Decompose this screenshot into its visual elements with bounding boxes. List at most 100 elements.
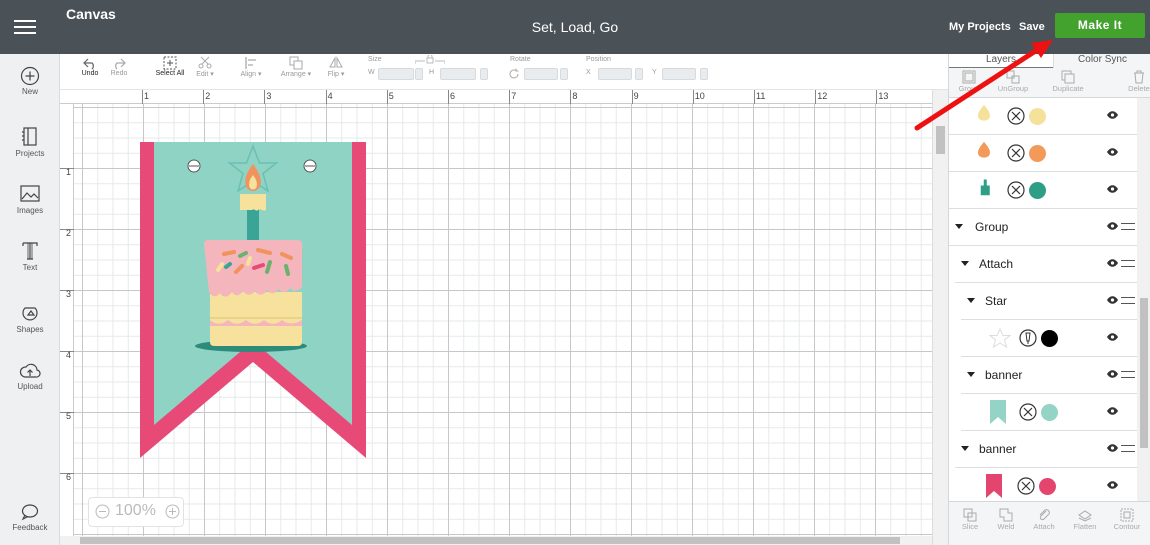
height-stepper[interactable] <box>480 68 488 80</box>
sidebar-item-images[interactable]: Images <box>0 183 60 215</box>
caret-down-icon[interactable] <box>955 224 963 229</box>
delete-button[interactable]: Delete <box>1119 70 1150 93</box>
sidebar-item-feedback[interactable]: Feedback <box>0 502 60 532</box>
ruler-tick-label: 3 <box>66 289 72 299</box>
cut-icon <box>1007 181 1025 199</box>
design-canvas[interactable] <box>74 104 932 545</box>
sidebar-item-upload[interactable]: Upload <box>0 361 60 391</box>
eye-icon[interactable] <box>1107 222 1118 230</box>
make-it-button[interactable]: Make It <box>1055 13 1145 38</box>
zoom-out-button[interactable] <box>95 504 110 524</box>
ruler-tick <box>142 90 143 104</box>
drag-handle-icon[interactable] <box>1121 371 1135 378</box>
eye-icon[interactable] <box>1107 148 1118 156</box>
select-all-button[interactable]: Select All <box>150 56 190 77</box>
eye-icon[interactable] <box>1107 444 1118 452</box>
layer-group-row[interactable]: banner <box>961 357 1137 394</box>
ruler-tick-label: 8 <box>572 91 578 101</box>
arrange-menu[interactable]: Arrange ▾ <box>276 56 316 78</box>
layer-row[interactable] <box>955 468 1137 501</box>
slice-button[interactable]: Slice <box>955 508 985 531</box>
eye-icon[interactable] <box>1107 259 1118 267</box>
scrollbar-thumb[interactable] <box>1140 298 1148 448</box>
drag-handle-icon[interactable] <box>1121 223 1135 230</box>
flatten-button[interactable]: Flatten <box>1067 508 1103 531</box>
edit-menu[interactable]: Edit ▾ <box>194 56 216 78</box>
eye-icon[interactable] <box>1107 333 1118 341</box>
caret-down-icon[interactable] <box>961 446 969 451</box>
ruler-tick <box>448 90 449 104</box>
flatten-icon <box>1078 510 1092 522</box>
ruler-tick-label: 13 <box>878 91 889 101</box>
candle-drip <box>240 194 266 211</box>
canvas-horizontal-scrollbar[interactable] <box>60 536 932 545</box>
weld-button[interactable]: Weld <box>991 508 1021 531</box>
attach-button[interactable]: Attach <box>1027 508 1061 531</box>
layer-group-row[interactable]: Attach <box>955 246 1137 283</box>
eye-icon[interactable] <box>1107 370 1118 378</box>
zoom-level: 100% <box>115 502 156 519</box>
y-position-stepper[interactable] <box>700 68 708 80</box>
flip-menu[interactable]: Flip ▾ <box>322 56 350 78</box>
rotate-stepper[interactable] <box>560 68 568 80</box>
red-arrow-annotation <box>914 40 1053 131</box>
ruler-tick-label: 4 <box>327 91 333 101</box>
ruler-tick <box>876 90 878 104</box>
banner-thumbnail <box>986 474 1002 498</box>
layers-scrollbar[interactable] <box>1137 98 1150 533</box>
color-swatch[interactable] <box>1039 478 1056 495</box>
color-swatch[interactable] <box>1041 404 1058 421</box>
redo-icon <box>115 58 126 70</box>
color-swatch[interactable] <box>1041 330 1058 347</box>
caret-down-icon[interactable] <box>961 261 969 266</box>
align-menu[interactable]: Align ▾ <box>236 56 266 78</box>
arrange-icon <box>289 56 303 70</box>
eye-icon[interactable] <box>1107 481 1118 489</box>
width-label: W <box>368 69 375 76</box>
tab-color-sync[interactable]: Color Sync <box>1053 54 1150 68</box>
height-field[interactable] <box>440 68 476 80</box>
width-stepper[interactable] <box>415 68 423 80</box>
width-field[interactable] <box>378 68 414 80</box>
horizontal-ruler: 1 2 3 4 5 6 7 8 9 10 11 12 13 <box>60 90 932 104</box>
banner-design[interactable] <box>140 142 366 458</box>
x-position-field[interactable] <box>598 68 632 80</box>
drag-handle-icon[interactable] <box>1121 297 1135 304</box>
layer-row[interactable] <box>949 172 1137 209</box>
zoom-in-button[interactable] <box>165 504 180 524</box>
sidebar-item-shapes[interactable]: Shapes <box>0 304 60 334</box>
layer-group-row[interactable]: banner <box>955 431 1137 468</box>
sidebar-item-new[interactable]: New <box>0 66 60 96</box>
x-position-stepper[interactable] <box>635 68 643 80</box>
edit-label: Edit ▾ <box>196 71 214 78</box>
contour-button[interactable]: Contour <box>1107 508 1147 531</box>
layer-group-row[interactable]: Star <box>961 283 1137 320</box>
y-position-field[interactable] <box>662 68 696 80</box>
undo-button[interactable]: Undo <box>78 56 102 77</box>
ruler-tick-label: 3 <box>266 91 272 101</box>
canvas-vertical-scrollbar[interactable] <box>932 90 948 545</box>
eye-icon[interactable] <box>1107 407 1118 415</box>
layer-group-row[interactable]: Group <box>949 209 1137 246</box>
vertical-ruler: 1 2 3 4 5 6 <box>60 104 74 545</box>
rotate-field[interactable] <box>524 68 558 80</box>
ruler-tick <box>386 90 388 104</box>
pen-draw-icon <box>1019 329 1037 347</box>
sidebar-item-projects[interactable]: Projects <box>0 126 60 158</box>
scrollbar-thumb[interactable] <box>80 537 900 544</box>
drag-handle-icon[interactable] <box>1121 260 1135 267</box>
layer-row[interactable] <box>949 135 1137 172</box>
eye-icon[interactable] <box>1107 111 1118 119</box>
eye-icon[interactable] <box>1107 185 1118 193</box>
caret-down-icon[interactable] <box>967 298 975 303</box>
color-swatch[interactable] <box>1029 145 1046 162</box>
layer-row[interactable] <box>961 394 1137 431</box>
caret-down-icon[interactable] <box>967 372 975 377</box>
eye-icon[interactable] <box>1107 296 1118 304</box>
layer-row[interactable] <box>961 320 1137 357</box>
sidebar-item-text[interactable]: Text <box>0 240 60 272</box>
ruler-tick-label: 4 <box>66 350 72 360</box>
redo-button[interactable]: Redo <box>108 56 130 77</box>
drag-handle-icon[interactable] <box>1121 445 1135 452</box>
color-swatch[interactable] <box>1029 182 1046 199</box>
